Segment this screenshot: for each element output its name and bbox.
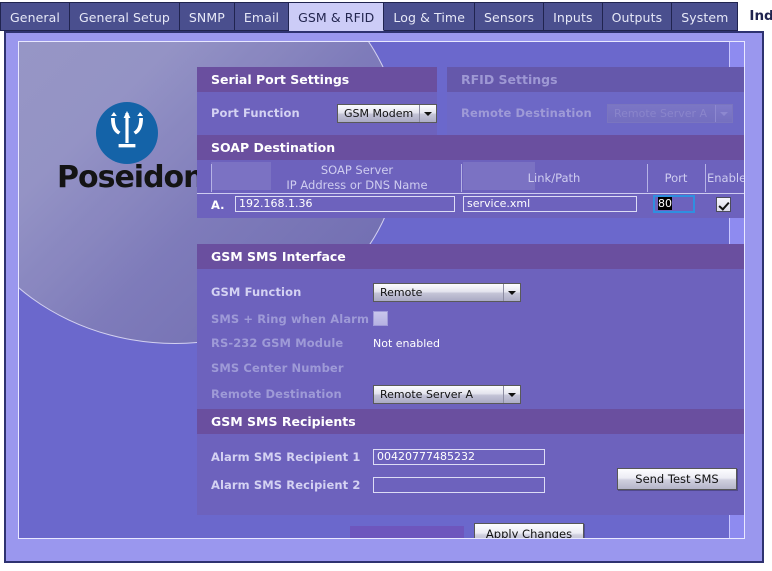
gsm-sms-interface-title: GSM SMS Interface <box>197 244 744 269</box>
soap-server-input[interactable]: 192.168.1.36 <box>235 196 455 212</box>
serial-port-settings-title: Serial Port Settings <box>197 67 437 92</box>
soap-enable-checkbox[interactable] <box>716 197 731 212</box>
col-header-soap-server-line2: IP Address or DNS Name <box>286 178 428 192</box>
tab-snmp[interactable]: SNMP <box>179 2 235 31</box>
tab-email[interactable]: Email <box>234 2 290 31</box>
soap-link-input[interactable]: service.xml <box>463 196 637 212</box>
port-function-value: GSM Modem <box>344 106 414 120</box>
tab-system[interactable]: System <box>672 2 739 31</box>
gsm-function-value: Remote <box>380 285 423 299</box>
rfid-remote-destination-value: Remote Server A <box>614 106 708 120</box>
rs232-gsm-module-label: RS-232 GSM Module <box>211 336 344 350</box>
gsm-sms-interface-section: GSM SMS Interface GSM Function Remote SM… <box>197 244 744 426</box>
table-row: A. 192.168.1.36 service.xml 80 <box>197 194 744 218</box>
col-divider-4 <box>705 164 706 192</box>
col-header-port: Port <box>664 171 688 185</box>
col-divider-3 <box>647 164 648 192</box>
alarm-sms-recipient-1-label: Alarm SMS Recipient 1 <box>211 450 361 464</box>
sms-ring-when-alarm-checkbox <box>373 311 388 326</box>
tab-sensors[interactable]: Sensors <box>475 2 545 31</box>
poseidon-logo: Poseidon <box>57 102 205 195</box>
trident-icon <box>96 102 158 164</box>
status-message-box <box>350 526 464 538</box>
index-page-link[interactable]: Index Page <box>749 2 772 31</box>
port-function-select[interactable]: GSM Modem <box>337 103 437 123</box>
rfid-settings-title: RFID Settings <box>447 67 744 92</box>
tab-log-time[interactable]: Log & Time <box>384 2 476 31</box>
col-divider-2 <box>461 164 462 192</box>
soap-table-header: SOAP Server IP Address or DNS Name Link/… <box>197 160 745 194</box>
row-index-label: A. <box>211 198 225 212</box>
col-header-soap-server-line1: SOAP Server <box>320 163 394 177</box>
chevron-down-icon <box>715 104 732 122</box>
rfid-remote-destination-label: Remote Destination <box>461 106 592 120</box>
alarm-sms-recipient-2-input[interactable] <box>373 477 545 493</box>
serial-port-settings-section: Serial Port Settings Port Function GSM M… <box>197 67 437 143</box>
chevron-down-icon[interactable] <box>503 385 520 403</box>
gsm-remote-destination-label: Remote Destination <box>211 387 342 401</box>
rfid-settings-section: RFID Settings Remote Destination Remote … <box>447 67 744 143</box>
tab-gsm-rfid[interactable]: GSM & RFID <box>289 2 385 31</box>
alarm-sms-recipient-1-input[interactable]: 00420777485232 <box>373 449 545 465</box>
logo-wordmark: Poseidon <box>57 160 205 195</box>
page-frame: Poseidon Serial Port Settings Port Funct… <box>4 31 764 563</box>
gsm-remote-destination-select[interactable]: Remote Server A <box>373 384 521 404</box>
chevron-down-icon[interactable] <box>503 283 520 301</box>
rs232-gsm-module-value: Not enabled <box>373 336 441 350</box>
gsm-sms-recipients-title: GSM SMS Recipients <box>197 409 744 434</box>
send-test-sms-button[interactable]: Send Test SMS <box>617 468 737 490</box>
gsm-function-select[interactable]: Remote <box>373 282 521 302</box>
chevron-down-icon[interactable] <box>419 104 436 122</box>
col-header-link: Link/Path <box>527 171 581 185</box>
sms-ring-when-alarm-label: SMS + Ring when Alarm <box>211 311 370 326</box>
soap-port-value: 80 <box>658 197 672 210</box>
col-header-soap-server: SOAP Server IP Address or DNS Name <box>257 163 457 193</box>
sms-center-number-label: SMS Center Number <box>211 360 344 375</box>
tab-inputs[interactable]: Inputs <box>544 2 603 31</box>
alarm-sms-recipient-2-label: Alarm SMS Recipient 2 <box>211 478 361 492</box>
rfid-remote-destination-select: Remote Server A <box>607 103 733 123</box>
content-panel: Poseidon Serial Port Settings Port Funct… <box>18 41 745 539</box>
col-header-enable: Enable <box>707 171 745 185</box>
tab-general-setup[interactable]: General Setup <box>69 2 180 31</box>
gsm-function-label: GSM Function <box>211 285 302 299</box>
gsm-sms-recipients-section: GSM SMS Recipients Alarm SMS Recipient 1… <box>197 409 744 515</box>
soap-port-input[interactable]: 80 <box>653 195 695 213</box>
gsm-remote-destination-value: Remote Server A <box>380 387 474 401</box>
tab-outputs[interactable]: Outputs <box>602 2 673 31</box>
port-function-label: Port Function <box>211 106 300 120</box>
apply-changes-button[interactable]: Apply Changes <box>474 523 584 538</box>
soap-destination-title: SOAP Destination <box>197 135 744 160</box>
tab-general[interactable]: General <box>0 2 70 31</box>
col-divider-1 <box>211 164 212 192</box>
soap-destination-section: SOAP Destination SOAP Server IP Address … <box>197 135 745 218</box>
tab-bar: General General Setup SNMP Email GSM & R… <box>0 0 772 31</box>
